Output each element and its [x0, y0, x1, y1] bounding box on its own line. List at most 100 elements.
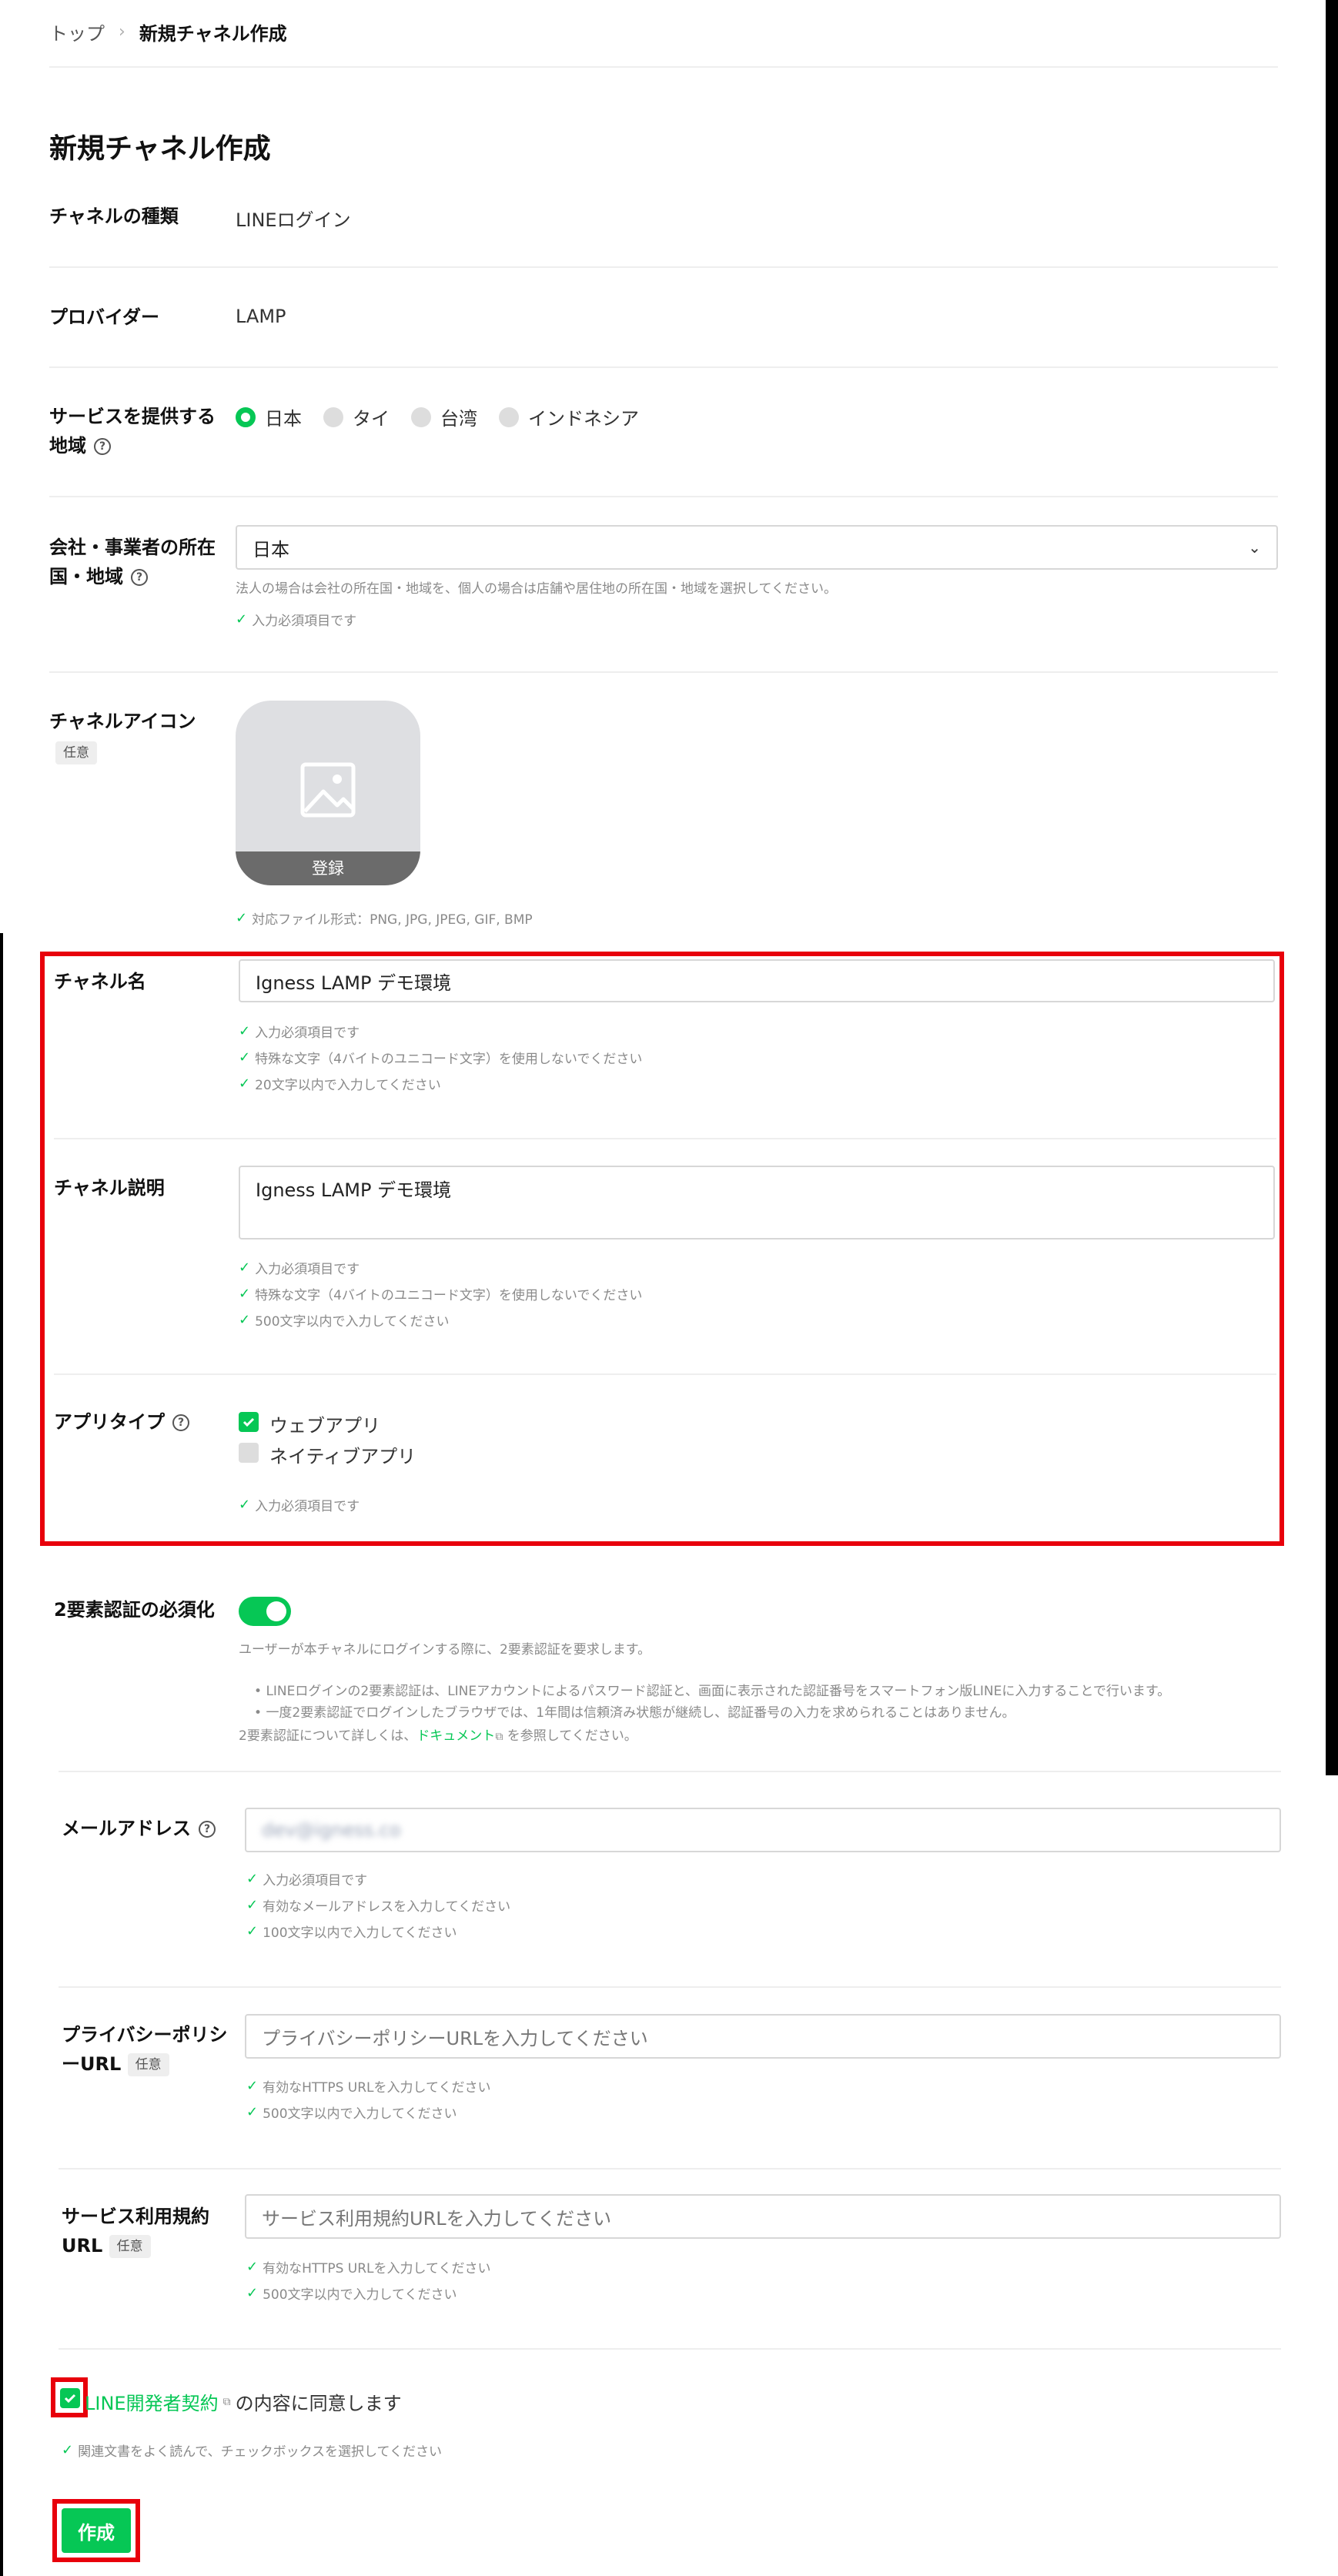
window-edge-right: [1326, 0, 1338, 1775]
page-title: 新規チャネル作成: [49, 133, 271, 165]
check-icon: ✓: [239, 1260, 251, 1276]
email-input[interactable]: dev@igness.co: [245, 1808, 1281, 1852]
validation-message: ✓ 対応ファイル形式：PNG, JPG, JPEG, GIF, BMP: [236, 910, 533, 928]
check-icon: ✓: [246, 1897, 259, 1913]
divider: [49, 671, 1278, 673]
check-icon: ✓: [239, 1049, 251, 1066]
channel-description-textarea[interactable]: Igness LAMP デモ環境: [239, 1166, 1275, 1239]
validation-message: ✓ 関連文書をよく読んで、チェックボックスを選択してください: [62, 2442, 443, 2460]
privacy-policy-url-input[interactable]: プライバシーポリシーURLを入力してください: [245, 2014, 1281, 2059]
validation-message: ✓ 特殊な文字（4バイトのユニコード文字）を使用しないでください: [239, 1049, 643, 1067]
validation-message: ✓ 入力必須項目です: [246, 1871, 368, 1889]
check-icon: ✓: [246, 2104, 259, 2120]
chevron-right-icon: ›: [119, 22, 125, 42]
channel-name-label: チャネル名: [54, 971, 146, 992]
validation-message: ✓ 特殊な文字（4バイトのユニコード文字）を使用しないでください: [239, 1286, 643, 1303]
check-icon: ✓: [246, 2285, 259, 2301]
region-option-thailand[interactable]: タイ: [323, 403, 390, 430]
check-icon: ✓: [239, 1497, 251, 1513]
radio-selected-icon[interactable]: [236, 406, 256, 427]
highlight-box: [40, 952, 1284, 1546]
help-icon[interactable]: ?: [94, 438, 111, 455]
radio-icon[interactable]: [411, 406, 431, 427]
channel-icon-upload[interactable]: 登録: [236, 701, 420, 885]
radio-icon[interactable]: [323, 406, 343, 427]
company-country-label: 会社・事業者の所在 国・地域?: [49, 537, 216, 587]
toggle-knob: [266, 1601, 286, 1621]
validation-message: ✓ 500文字以内で入力してください: [246, 2104, 457, 2122]
company-country-hint: 法人の場合は会社の所在国・地域を、個人の場合は店舗や居住地の所在国・地域を選択し…: [236, 581, 837, 597]
app-type-label: アプリタイプ?: [54, 1407, 189, 1437]
validation-message: ✓ 500文字以内で入力してください: [239, 1312, 450, 1330]
terms-of-service-url-input[interactable]: サービス利用規約URLを入力してください: [245, 2194, 1281, 2239]
help-icon[interactable]: ?: [131, 569, 148, 586]
region-option-indonesia[interactable]: インドネシア: [499, 403, 639, 430]
check-icon: [243, 1417, 255, 1427]
web-app-checkbox[interactable]: [239, 1412, 259, 1432]
channel-icon-label: チャネルアイコン: [49, 711, 196, 732]
optional-badge: 任意: [55, 741, 97, 764]
validation-message: ✓ 入力必須項目です: [236, 611, 357, 629]
help-icon[interactable]: ?: [172, 1414, 189, 1431]
check-icon: ✓: [239, 1023, 251, 1039]
breadcrumb-current: 新規チャネル作成: [139, 23, 287, 45]
page: トップ › 新規チャネル作成 新規チャネル作成 チャネルの種類 LINEログイン…: [0, 0, 1338, 2576]
image-placeholder-icon: [300, 762, 356, 818]
divider: [49, 366, 1278, 368]
agreement-text: LINE開発者契約 ⧉ の内容に同意します: [85, 2388, 402, 2415]
check-icon: ✓: [246, 1871, 259, 1887]
privacy-policy-label: プライバシーポリシ ーURL 任意: [62, 2024, 228, 2076]
validation-message: ✓ 500文字以内で入力してください: [246, 2285, 457, 2303]
agreement-checkbox[interactable]: [60, 2388, 80, 2408]
two-factor-label: 2要素認証の必須化: [54, 1599, 215, 1621]
check-icon: ✓: [236, 910, 248, 926]
divider: [54, 1138, 1276, 1139]
divider: [49, 496, 1278, 497]
company-country-select[interactable]: 日本 ⌄: [236, 525, 1278, 570]
validation-message: ✓ 有効なHTTPS URLを入力してください: [246, 2259, 491, 2277]
channel-name-input[interactable]: Igness LAMP デモ環境: [239, 959, 1275, 1002]
check-icon: ✓: [236, 611, 248, 627]
check-icon: ✓: [239, 1076, 251, 1092]
optional-badge: 任意: [127, 2053, 169, 2076]
native-app-label[interactable]: ネイティブアプリ: [269, 1441, 416, 1468]
window-edge-left: [0, 933, 3, 2576]
divider: [54, 1373, 1276, 1375]
check-icon: ✓: [246, 2078, 259, 2094]
breadcrumb-home[interactable]: トップ: [49, 18, 105, 45]
web-app-label[interactable]: ウェブアプリ: [269, 1410, 380, 1437]
validation-message: ✓ 入力必須項目です: [239, 1023, 360, 1041]
check-icon: ✓: [62, 2442, 74, 2458]
create-button[interactable]: 作成: [62, 2508, 131, 2553]
check-icon: ✓: [239, 1286, 251, 1302]
validation-message: ✓ 有効なメールアドレスを入力してください: [246, 1897, 511, 1915]
window-edge-right-lower: [1326, 1775, 1338, 2576]
validation-message: ✓ 有効なHTTPS URLを入力してください: [246, 2078, 491, 2096]
two-factor-toggle[interactable]: [239, 1597, 291, 1626]
optional-badge: 任意: [109, 2235, 151, 2258]
chevron-down-icon: ⌄: [1248, 538, 1261, 557]
check-icon: ✓: [246, 1923, 259, 1939]
external-link-icon: ⧉: [222, 2395, 231, 2408]
terms-of-service-label: サービス利用規約 URL 任意: [62, 2206, 209, 2258]
email-label: メールアドレス?: [62, 1814, 216, 1843]
help-icon[interactable]: ?: [199, 1821, 216, 1838]
two-factor-description: ユーザーが本チャネルにログインする際に、2要素認証を要求します。: [239, 1642, 651, 1658]
region-option-taiwan[interactable]: 台湾: [411, 403, 477, 430]
provider-value: LAMP: [236, 306, 286, 327]
region-label: サービスを提供する 地域?: [49, 406, 216, 457]
divider: [49, 266, 1278, 268]
check-icon: ✓: [239, 1312, 251, 1328]
channel-description-label: チャネル説明: [54, 1177, 165, 1199]
divider: [49, 66, 1278, 68]
native-app-checkbox[interactable]: [239, 1443, 259, 1463]
divider: [59, 2168, 1281, 2170]
region-option-japan[interactable]: 日本: [236, 403, 302, 430]
documentation-link[interactable]: ドキュメント: [416, 1728, 495, 1744]
check-icon: ✓: [246, 2259, 259, 2275]
developer-agreement-link[interactable]: LINE開発者契約: [85, 2388, 219, 2415]
radio-icon[interactable]: [499, 406, 519, 427]
register-button[interactable]: 登録: [236, 851, 420, 885]
two-factor-bullet: • 一度2要素認証でログインしたブラウザでは、1年間は信頼済み状態が継続し、認証…: [254, 1705, 1015, 1721]
validation-message: ✓ 入力必須項目です: [239, 1497, 360, 1514]
